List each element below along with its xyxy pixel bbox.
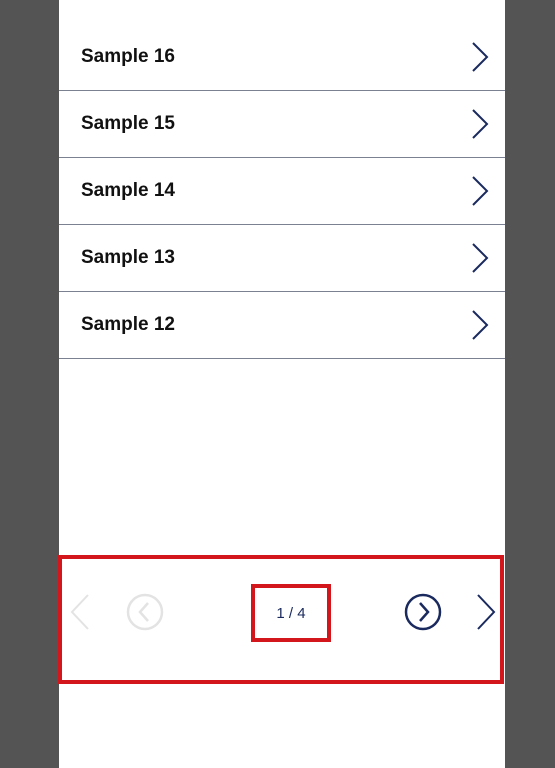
list-item-label: Sample 13 [81,247,175,268]
list-item-label: Sample 15 [81,113,175,134]
list-item[interactable]: Sample 13 [59,225,505,292]
previous-page-button[interactable] [125,592,165,632]
page-indicator: 1 / 4 [251,584,331,642]
chevron-right-icon [472,42,489,72]
first-page-button[interactable] [70,593,90,631]
chevron-left-icon [70,594,89,630]
next-page-button[interactable] [403,592,443,632]
chevron-right-icon [477,594,496,630]
list-item[interactable]: Sample 12 [59,292,505,359]
sample-list: Sample 16 Sample 15 Sample 14 Sample 13 … [59,24,505,359]
list-item-label: Sample 14 [81,180,175,201]
circle-chevron-right-icon [404,593,442,631]
chevron-right-icon [472,243,489,273]
list-item[interactable]: Sample 16 [59,24,505,91]
list-item[interactable]: Sample 14 [59,158,505,225]
circle-chevron-left-icon [126,593,164,631]
last-page-button[interactable] [476,593,496,631]
chevron-right-icon [472,176,489,206]
chevron-right-icon [472,109,489,139]
chevron-right-icon [472,310,489,340]
list-item-label: Sample 12 [81,314,175,335]
list-item[interactable]: Sample 15 [59,91,505,158]
list-item-label: Sample 16 [81,46,175,67]
pagination-bar: 1 / 4 [58,555,504,684]
